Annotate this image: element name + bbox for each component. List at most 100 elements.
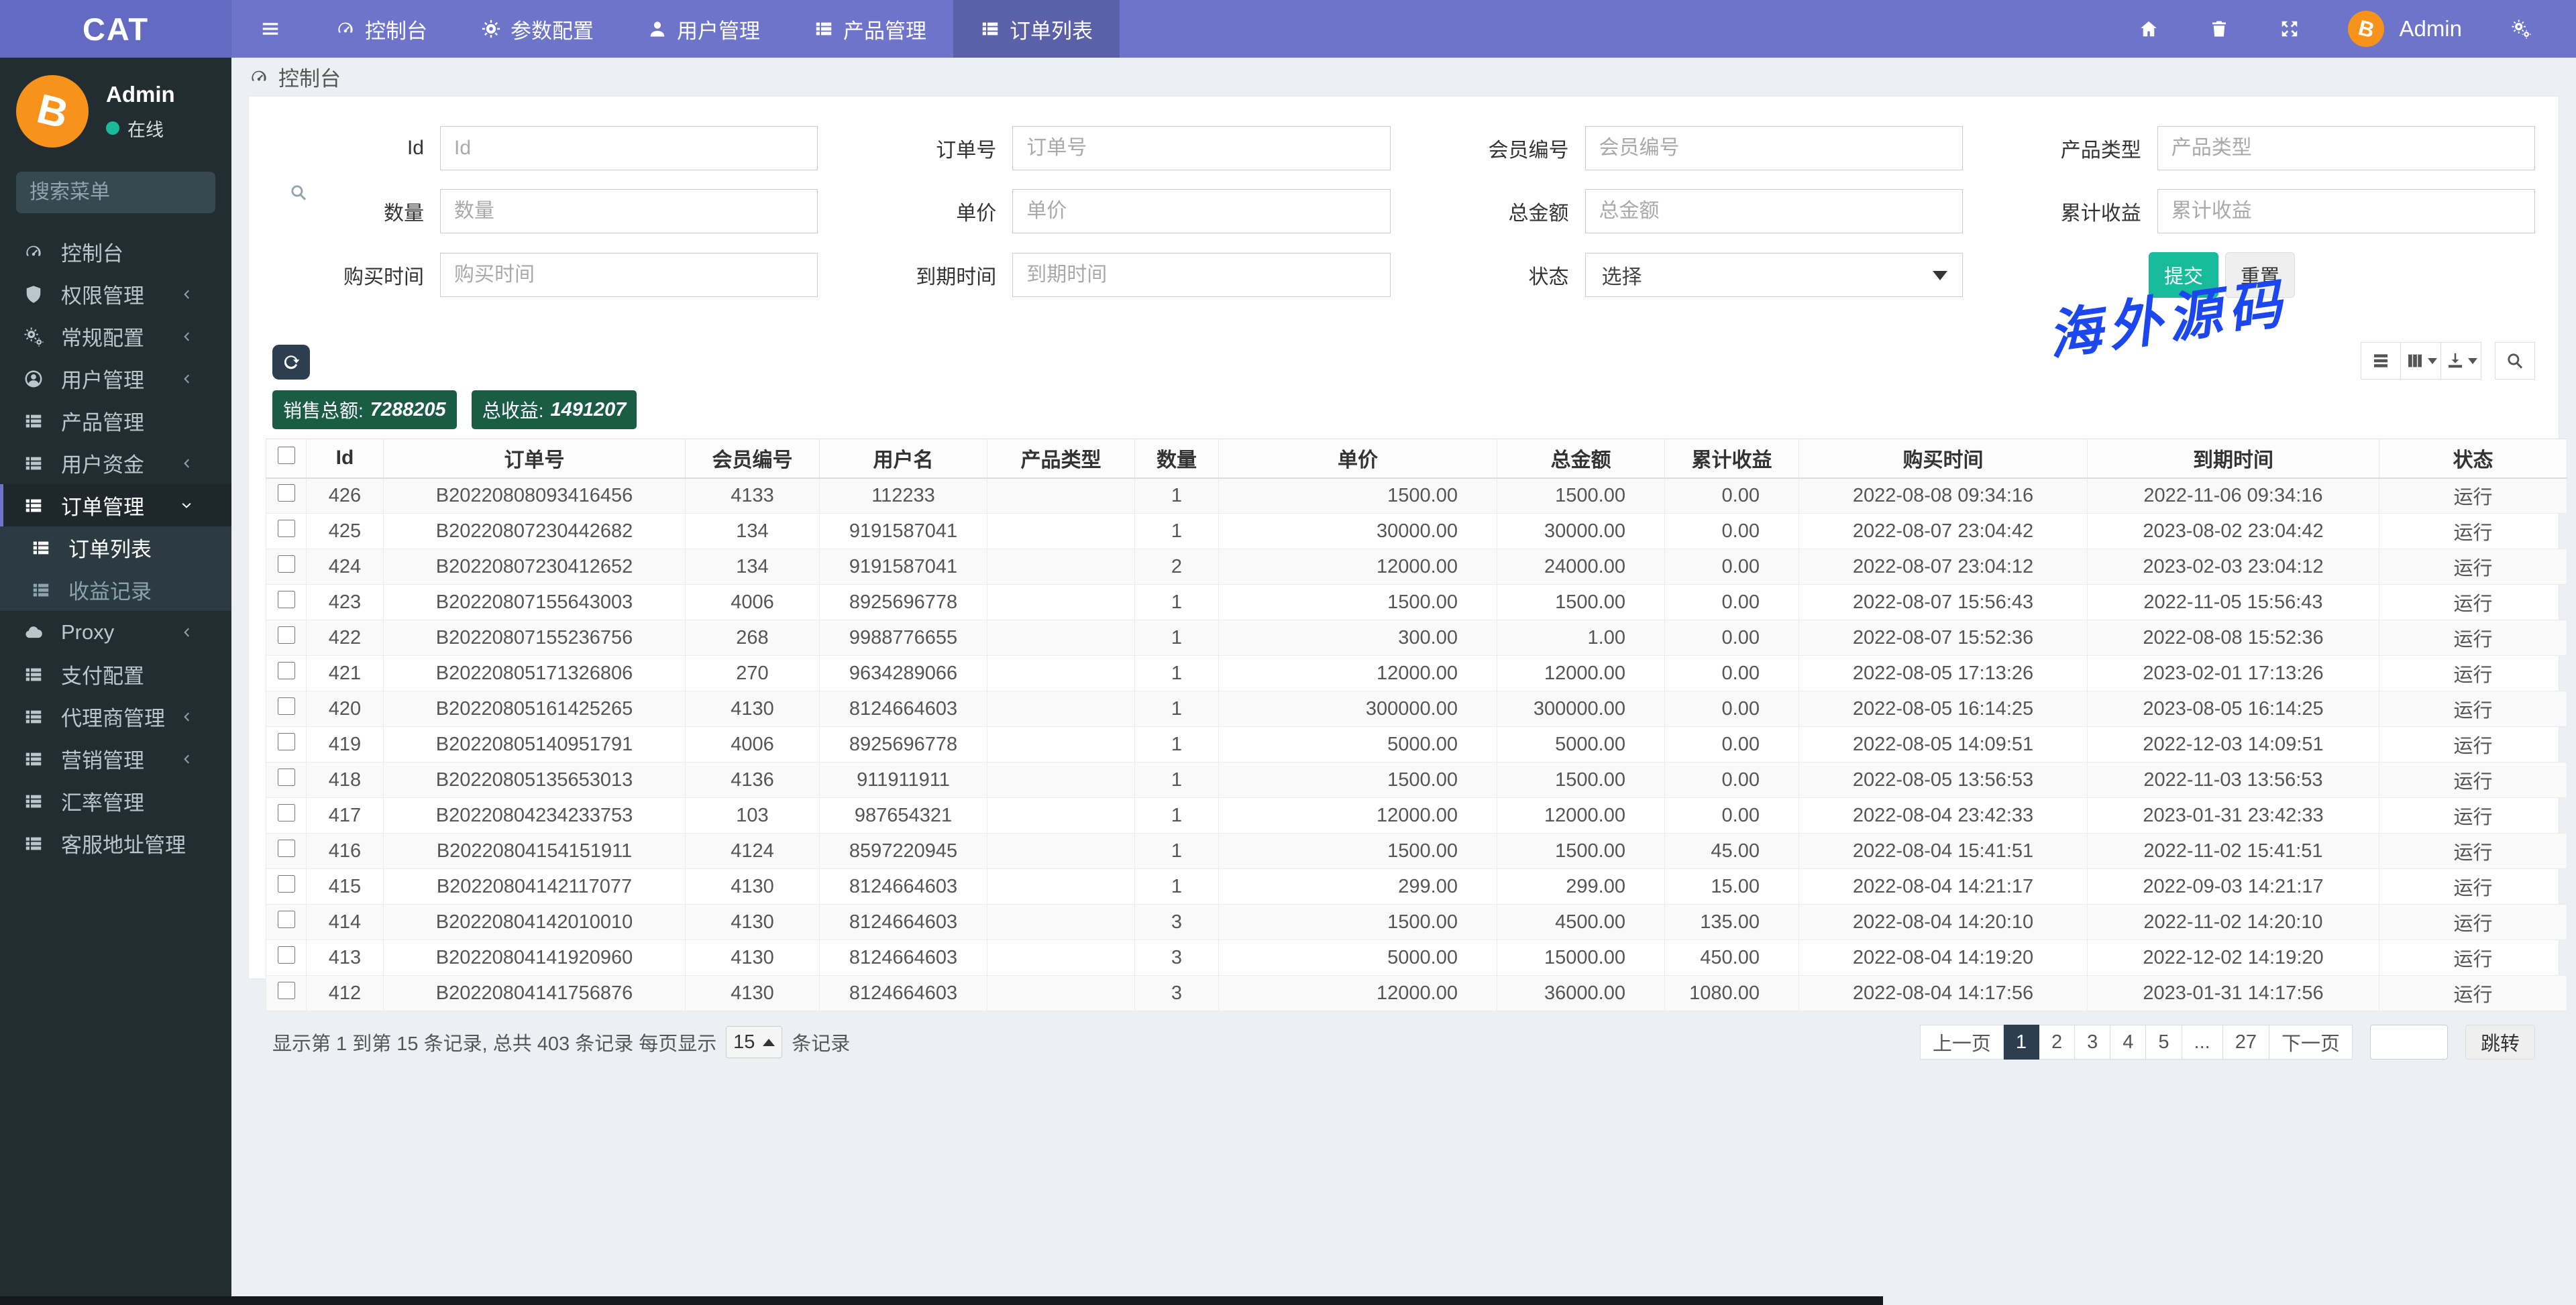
sidebar-item-12[interactable]: 汇率管理: [0, 780, 231, 822]
page-4[interactable]: 4: [2110, 1025, 2147, 1060]
sidebar-item-10[interactable]: 代理商管理: [0, 695, 231, 738]
cell-quantity: 1: [1134, 762, 1219, 798]
row-checkbox[interactable]: [277, 626, 295, 644]
sidebar-item-9[interactable]: 支付配置: [0, 653, 231, 695]
cell-quantity: 3: [1134, 975, 1219, 1011]
page-27[interactable]: 27: [2222, 1025, 2269, 1060]
column-header-expire-time[interactable]: 到期时间: [2087, 439, 2379, 479]
home-button[interactable]: [2113, 0, 2184, 58]
nav-item-3[interactable]: 用户管理: [621, 0, 787, 58]
row-checkbox[interactable]: [277, 840, 295, 857]
nav-item-4[interactable]: 产品管理: [787, 0, 953, 58]
row-checkbox[interactable]: [277, 520, 295, 537]
column-header-buy-time[interactable]: 购买时间: [1799, 439, 2088, 479]
column-header-product-type[interactable]: 产品类型: [987, 439, 1135, 479]
filter-label: 到期时间: [916, 266, 997, 288]
filter-input[interactable]: [440, 189, 818, 233]
select-all-checkbox[interactable]: [277, 447, 295, 465]
toggle-pagination-button[interactable]: [2361, 342, 2401, 380]
nav-item-1[interactable]: 控制台: [309, 0, 454, 58]
column-header-id[interactable]: Id: [306, 439, 384, 479]
sidebar-subitem-1[interactable]: 订单列表: [0, 526, 231, 569]
filter-input[interactable]: [1585, 189, 1963, 233]
sidebar-item-13[interactable]: 客服地址管理: [0, 822, 231, 864]
filter-input[interactable]: [2157, 126, 2535, 170]
filter-field: 购买时间: [272, 252, 818, 298]
cell-status: 运行: [2379, 655, 2567, 691]
filter-input[interactable]: [440, 253, 818, 297]
sidebar-search-input[interactable]: [30, 181, 288, 204]
row-checkbox[interactable]: [277, 662, 295, 679]
column-header-member-no[interactable]: 会员编号: [685, 439, 820, 479]
page-size-select[interactable]: 15: [726, 1026, 783, 1058]
search-icon[interactable]: [288, 182, 309, 203]
page-next[interactable]: 下一页: [2269, 1025, 2353, 1060]
column-header-profit[interactable]: 累计收益: [1664, 439, 1799, 479]
row-checkbox[interactable]: [277, 946, 295, 964]
column-header-status[interactable]: 状态: [2379, 439, 2567, 479]
brand-logo[interactable]: CAT: [0, 0, 231, 58]
row-checkbox[interactable]: [277, 697, 295, 715]
row-checkbox[interactable]: [277, 484, 295, 502]
cell-quantity: 1: [1134, 691, 1219, 727]
sidebar-item-6[interactable]: 用户资金: [0, 442, 231, 484]
filter-input[interactable]: [1585, 126, 1963, 170]
row-checkbox[interactable]: [277, 875, 295, 893]
row-checkbox[interactable]: [277, 555, 295, 573]
sidebar-item-7[interactable]: 订单管理: [0, 484, 231, 526]
column-header-order-no[interactable]: 订单号: [383, 439, 686, 479]
row-checkbox[interactable]: [277, 769, 295, 786]
sidebar-item-5[interactable]: 产品管理: [0, 400, 231, 442]
sidebar-item-1[interactable]: 控制台: [0, 231, 231, 273]
nav-item-5[interactable]: 订单列表: [953, 0, 1120, 58]
fullscreen-button[interactable]: [2254, 0, 2324, 58]
filter-input[interactable]: [1012, 253, 1391, 297]
page-prev[interactable]: 上一页: [1919, 1025, 2004, 1060]
sidebar-item-2[interactable]: 权限管理: [0, 273, 231, 315]
jump-button[interactable]: 跳转: [2465, 1025, 2535, 1060]
page-5[interactable]: 5: [2146, 1025, 2182, 1060]
reset-button[interactable]: 重置: [2224, 252, 2295, 298]
nav-item-label: 产品管理: [843, 19, 926, 43]
sidebar-subitem-2[interactable]: 收益记录: [0, 569, 231, 611]
row-checkbox[interactable]: [277, 911, 295, 928]
page-1[interactable]: 1: [2003, 1025, 2039, 1060]
cell-order-no: B20220804141756876: [383, 975, 686, 1011]
table-search-button[interactable]: [2495, 342, 2535, 380]
filter-input[interactable]: [440, 126, 818, 170]
cell-member-no: 4124: [685, 833, 820, 869]
filter-input[interactable]: [2157, 189, 2535, 233]
cell-quantity: 1: [1134, 620, 1219, 656]
row-checkbox[interactable]: [277, 982, 295, 999]
column-header-quantity[interactable]: 数量: [1134, 439, 1219, 479]
sidebar-item-4[interactable]: 用户管理: [0, 357, 231, 400]
user-menu[interactable]: B Admin: [2324, 11, 2485, 47]
sidebar-item-label: 营销管理: [61, 749, 144, 773]
filter-input[interactable]: [1012, 126, 1391, 170]
column-header-username[interactable]: 用户名: [819, 439, 987, 479]
filter-input[interactable]: [1012, 189, 1391, 233]
status-select[interactable]: 选择: [1585, 253, 1963, 297]
sidebar-item-8[interactable]: Proxy: [0, 611, 231, 653]
sidebar-item-3[interactable]: 常规配置: [0, 315, 231, 357]
refresh-button[interactable]: [272, 345, 310, 380]
settings-button[interactable]: [2485, 0, 2556, 58]
sidebar-item-11[interactable]: 营销管理: [0, 738, 231, 780]
clear-cache-button[interactable]: [2184, 0, 2254, 58]
export-button[interactable]: [2441, 342, 2481, 380]
column-header-unit-price[interactable]: 单价: [1218, 439, 1497, 479]
page-2[interactable]: 2: [2039, 1025, 2076, 1060]
row-checkbox[interactable]: [277, 804, 295, 821]
jump-page-input[interactable]: [2369, 1025, 2448, 1060]
cell-total-amount: 12000.00: [1497, 797, 1665, 834]
sidebar-toggle-button[interactable]: [231, 0, 309, 58]
page-3[interactable]: 3: [2075, 1025, 2111, 1060]
cell-status: 运行: [2379, 513, 2567, 549]
submit-button[interactable]: 提交: [2148, 252, 2218, 298]
nav-item-2[interactable]: 参数配置: [454, 0, 621, 58]
column-header-total-amount[interactable]: 总金额: [1497, 439, 1665, 479]
columns-button[interactable]: [2401, 342, 2441, 380]
page-ellipsis[interactable]: ...: [2182, 1025, 2223, 1060]
row-checkbox[interactable]: [277, 591, 295, 608]
row-checkbox[interactable]: [277, 733, 295, 750]
